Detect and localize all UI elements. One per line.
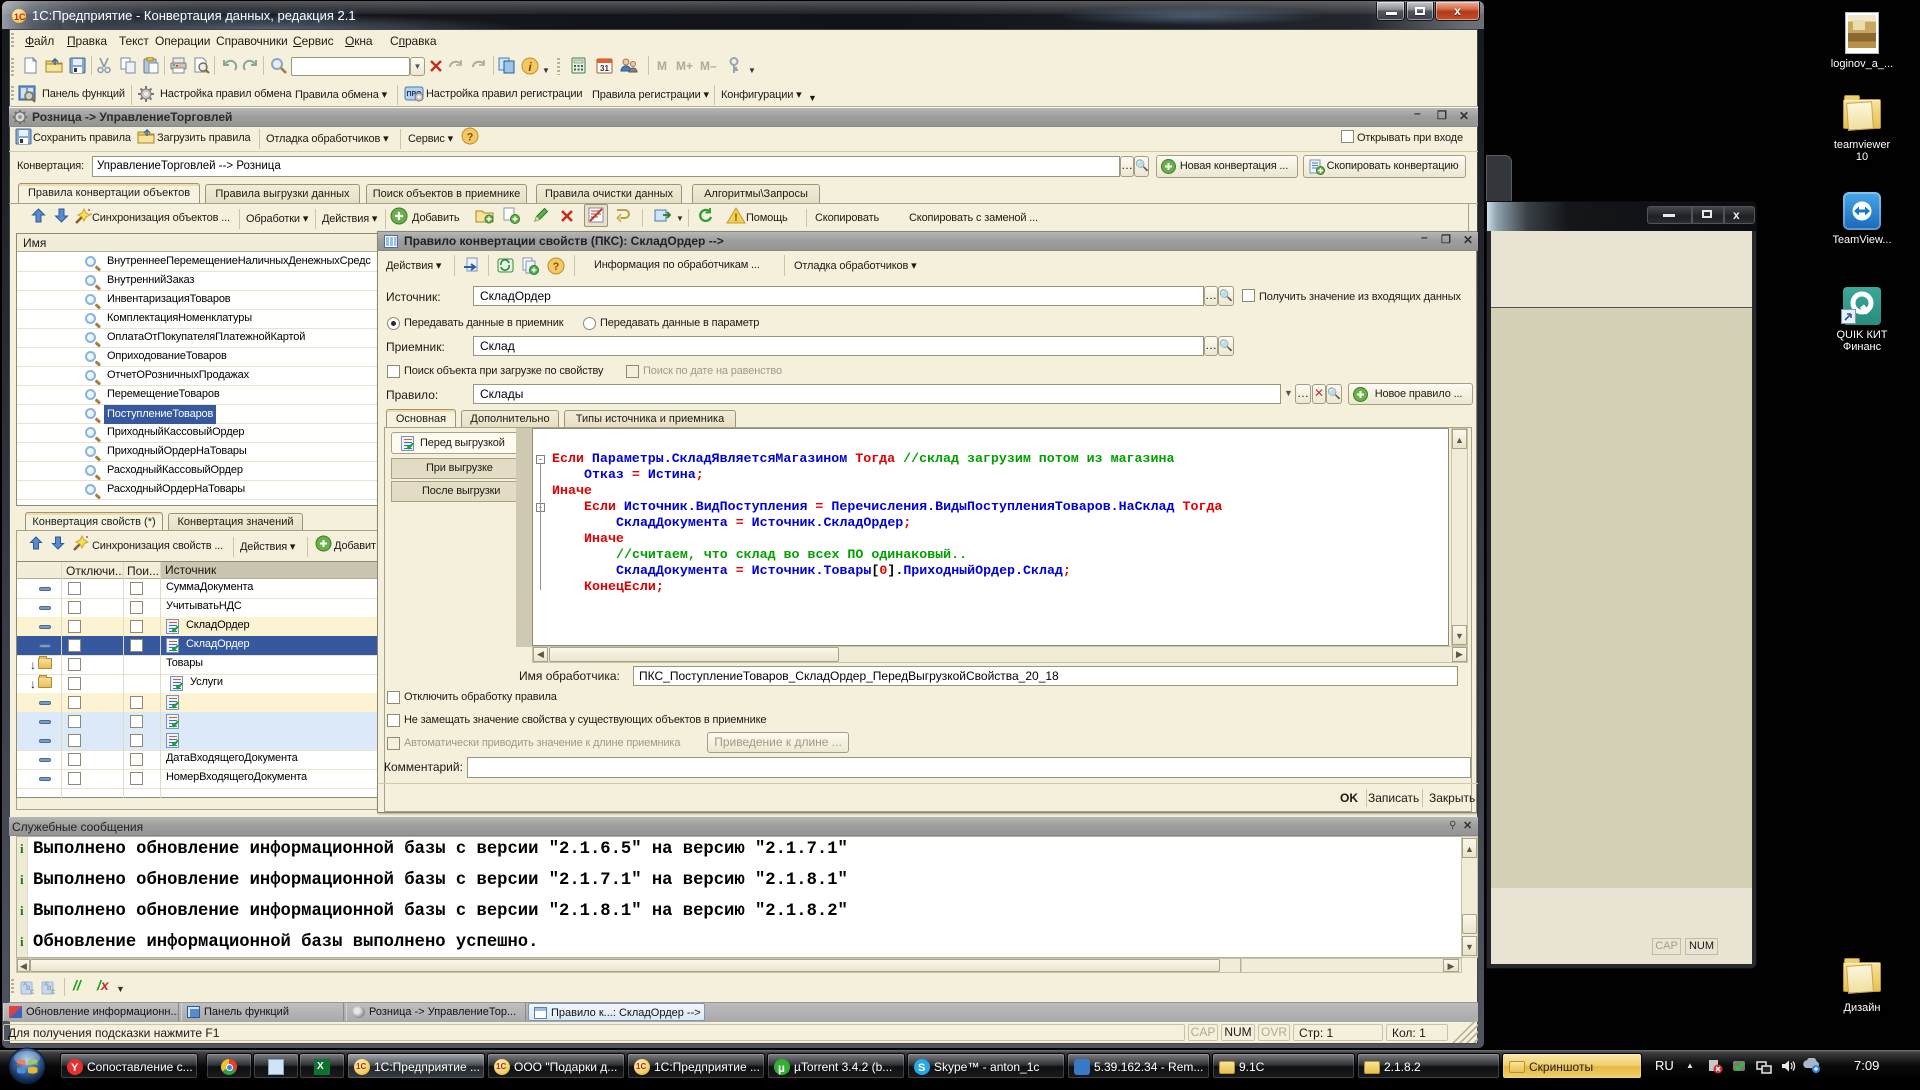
svg-text:?: ? <box>467 132 474 144</box>
svg-text:C: C <box>51 990 56 995</box>
svg-text:?: ? <box>553 261 560 273</box>
svg-text:C: C <box>30 990 35 995</box>
svg-text:!: ! <box>734 212 738 224</box>
svg-text:31: 31 <box>600 64 609 73</box>
